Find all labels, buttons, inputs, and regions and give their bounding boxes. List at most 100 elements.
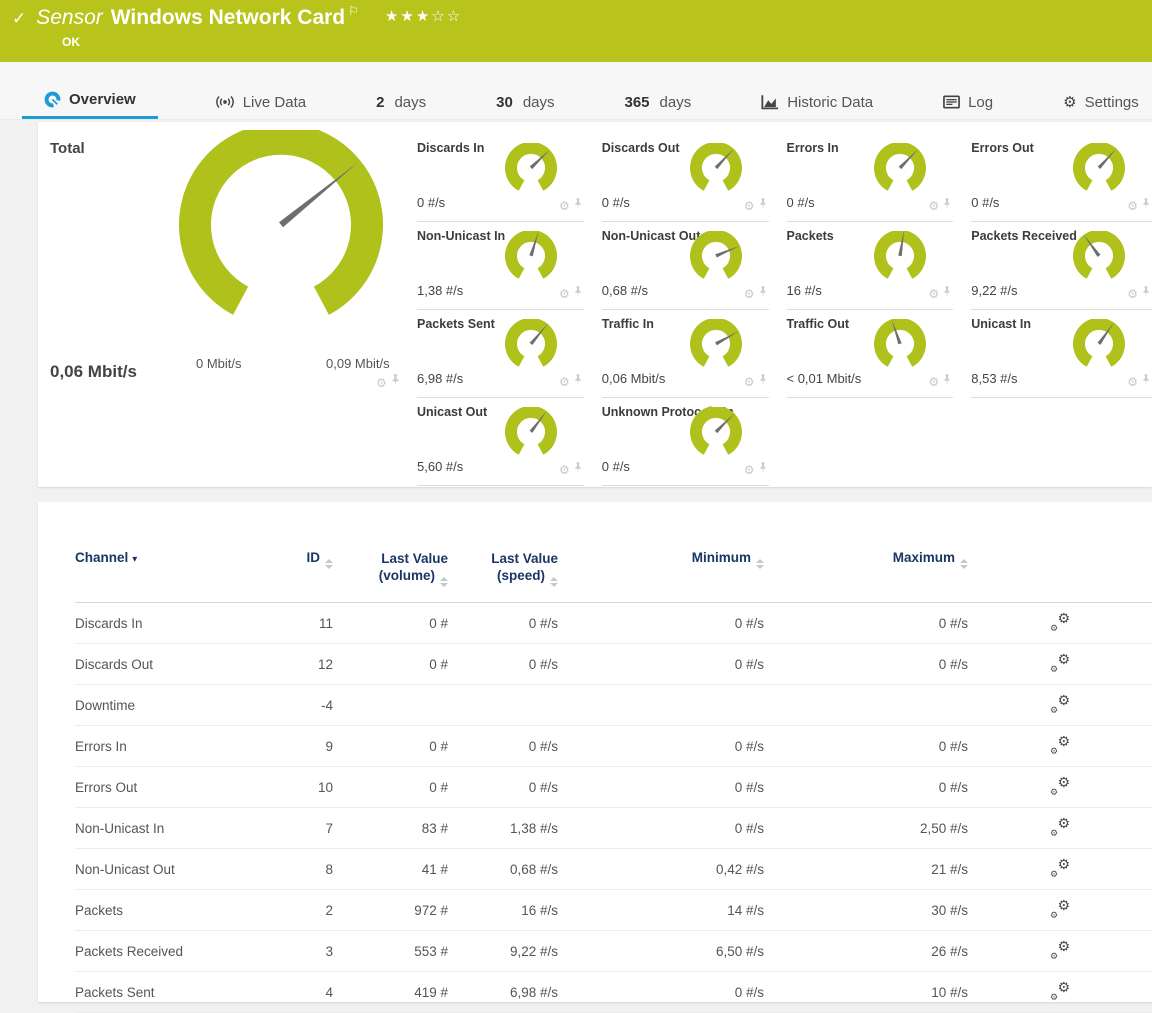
table-row-discards-out[interactable]: Discards Out120 #0 #/s0 #/s0 #/s⚙⚙	[75, 644, 1152, 685]
pin-icon[interactable]	[574, 461, 582, 479]
channel-settings-gears-icon[interactable]: ⚙⚙	[1050, 736, 1070, 754]
channel-settings-gears-icon[interactable]: ⚙⚙	[1050, 900, 1070, 918]
gear-icon[interactable]: ⚙	[928, 288, 939, 300]
pin-icon[interactable]	[1142, 373, 1150, 391]
gauge-discards-out[interactable]: Discards Out0 #/s⚙	[602, 134, 769, 222]
table-row-downtime[interactable]: Downtime-4⚙⚙	[75, 685, 1152, 726]
channel-settings-gears-icon[interactable]: ⚙⚙	[1050, 982, 1070, 1000]
cell-channel[interactable]: Packets Sent	[75, 985, 295, 1000]
table-row-errors-out[interactable]: Errors Out100 #0 #/s0 #/s0 #/s⚙⚙	[75, 767, 1152, 808]
cell-channel[interactable]: Packets	[75, 903, 295, 918]
gear-icon[interactable]: ⚙	[559, 200, 570, 212]
gauge-discards-in[interactable]: Discards In0 #/s⚙	[417, 134, 584, 222]
gauge-errors-in[interactable]: Errors In0 #/s⚙	[787, 134, 954, 222]
pin-icon[interactable]	[759, 373, 767, 391]
gauge-unicast-in[interactable]: Unicast In8,53 #/s⚙	[971, 310, 1152, 398]
gauge-traffic-out[interactable]: Traffic Out< 0,01 Mbit/s⚙	[787, 310, 954, 398]
gear-icon[interactable]: ⚙	[744, 200, 755, 212]
cell-channel[interactable]: Packets Received	[75, 944, 295, 959]
cell-channel[interactable]: Downtime	[75, 698, 295, 713]
cell-channel[interactable]: Errors Out	[75, 780, 295, 795]
pin-icon[interactable]	[1142, 285, 1150, 303]
pin-icon[interactable]	[1142, 197, 1150, 215]
gauge-non-unicast-out[interactable]: Non-Unicast Out0,68 #/s⚙	[602, 222, 769, 310]
gauge-unknown-protocols-in[interactable]: Unknown Protocols In0 #/s⚙	[602, 398, 769, 486]
column-header-last-value-volume[interactable]: Last Value (volume)	[333, 550, 448, 586]
gauge-errors-out[interactable]: Errors Out0 #/s⚙	[971, 134, 1152, 222]
gauge-unicast-out[interactable]: Unicast Out5,60 #/s⚙	[417, 398, 584, 486]
channel-settings-gears-icon[interactable]: ⚙⚙	[1050, 613, 1070, 631]
table-row-packets-sent[interactable]: Packets Sent4419 #6,98 #/s0 #/s10 #/s⚙⚙	[75, 972, 1152, 1013]
table-row-discards-in[interactable]: Discards In110 #0 #/s0 #/s0 #/s⚙⚙	[75, 603, 1152, 644]
cell-channel[interactable]: Non-Unicast In	[75, 821, 295, 836]
channel-settings-gears-icon[interactable]: ⚙⚙	[1050, 859, 1070, 877]
cell-minimum: 0 #/s	[558, 616, 764, 631]
cell-channel[interactable]: Discards In	[75, 616, 295, 631]
star-empty-icon[interactable]: ☆	[431, 7, 446, 25]
pin-icon[interactable]	[943, 373, 951, 391]
gear-icon[interactable]: ⚙	[376, 377, 387, 389]
column-header-minimum[interactable]: Minimum	[558, 550, 764, 568]
cell-maximum: 0 #/s	[764, 780, 968, 795]
gear-icon[interactable]: ⚙	[744, 376, 755, 388]
cell-channel[interactable]: Errors In	[75, 739, 295, 754]
gear-icon[interactable]: ⚙	[1127, 200, 1138, 212]
star-filled-icon[interactable]: ★	[416, 7, 431, 25]
tab-365-days[interactable]: 365days	[612, 85, 705, 119]
cell-channel[interactable]: Discards Out	[75, 657, 295, 672]
total-gauge-block[interactable]: Total 0 Mbit/s 0,09 Mbit/s 0,06 Mbit/s ⚙	[38, 122, 413, 487]
tab-30-days[interactable]: 30days	[483, 85, 567, 119]
tab-settings[interactable]: ⚙Settings	[1050, 85, 1152, 119]
channel-settings-gears-icon[interactable]: ⚙⚙	[1050, 654, 1070, 672]
gauge-traffic-in[interactable]: Traffic In0,06 Mbit/s⚙	[602, 310, 769, 398]
status-badge: OK	[62, 35, 80, 49]
gear-icon[interactable]: ⚙	[744, 464, 755, 476]
gauge-packets-sent[interactable]: Packets Sent6,98 #/s⚙	[417, 310, 584, 398]
table-row-non-unicast-in[interactable]: Non-Unicast In783 #1,38 #/s0 #/s2,50 #/s…	[75, 808, 1152, 849]
channel-settings-gears-icon[interactable]: ⚙⚙	[1050, 818, 1070, 836]
column-header-maximum[interactable]: Maximum	[764, 550, 968, 568]
gauge-packets-received[interactable]: Packets Received9,22 #/s⚙	[971, 222, 1152, 310]
table-row-non-unicast-out[interactable]: Non-Unicast Out841 #0,68 #/s0,42 #/s21 #…	[75, 849, 1152, 890]
table-row-packets[interactable]: Packets2972 #16 #/s14 #/s30 #/s⚙⚙	[75, 890, 1152, 931]
channel-settings-gears-icon[interactable]: ⚙⚙	[1050, 777, 1070, 795]
pin-icon[interactable]	[759, 285, 767, 303]
pin-icon[interactable]	[759, 461, 767, 479]
pin-icon[interactable]	[574, 197, 582, 215]
pin-icon[interactable]	[943, 197, 951, 215]
channel-gauge-grid: Discards In0 #/s⚙Discards Out0 #/s⚙Error…	[413, 122, 1152, 487]
tab-log[interactable]: Log	[930, 85, 1006, 119]
gear-icon[interactable]: ⚙	[559, 464, 570, 476]
channel-settings-gears-icon[interactable]: ⚙⚙	[1050, 941, 1070, 959]
flag-icon[interactable]: ⚐	[348, 4, 359, 18]
gear-icon[interactable]: ⚙	[1127, 288, 1138, 300]
star-empty-icon[interactable]: ☆	[447, 7, 462, 25]
star-rating[interactable]: ★★★☆☆	[385, 7, 462, 25]
gear-icon[interactable]: ⚙	[744, 288, 755, 300]
pin-icon[interactable]	[574, 373, 582, 391]
table-row-packets-received[interactable]: Packets Received3553 #9,22 #/s6,50 #/s26…	[75, 931, 1152, 972]
cell-channel[interactable]: Non-Unicast Out	[75, 862, 295, 877]
tab-live-data[interactable]: Live Data	[202, 85, 319, 119]
pin-icon[interactable]	[943, 285, 951, 303]
star-filled-icon[interactable]: ★	[385, 7, 400, 25]
star-filled-icon[interactable]: ★	[400, 7, 415, 25]
gear-icon[interactable]: ⚙	[1127, 376, 1138, 388]
pin-icon[interactable]	[574, 285, 582, 303]
column-header-last-value-speed[interactable]: Last Value (speed)	[448, 550, 558, 586]
gauge-packets[interactable]: Packets16 #/s⚙	[787, 222, 954, 310]
pin-icon[interactable]	[759, 197, 767, 215]
table-row-errors-in[interactable]: Errors In90 #0 #/s0 #/s0 #/s⚙⚙	[75, 726, 1152, 767]
gear-icon[interactable]: ⚙	[928, 200, 939, 212]
channel-settings-gears-icon[interactable]: ⚙⚙	[1050, 695, 1070, 713]
gauge-non-unicast-in[interactable]: Non-Unicast In1,38 #/s⚙	[417, 222, 584, 310]
gear-icon[interactable]: ⚙	[559, 376, 570, 388]
tab-overview[interactable]: Overview	[22, 82, 158, 119]
pin-icon[interactable]	[391, 374, 400, 392]
tab-2-days[interactable]: 2days	[363, 85, 439, 119]
column-header-id[interactable]: ID	[295, 550, 333, 568]
tab-historic-data[interactable]: Historic Data	[748, 85, 886, 119]
column-header-channel[interactable]: Channel▾	[75, 550, 295, 565]
gear-icon[interactable]: ⚙	[928, 376, 939, 388]
gear-icon[interactable]: ⚙	[559, 288, 570, 300]
